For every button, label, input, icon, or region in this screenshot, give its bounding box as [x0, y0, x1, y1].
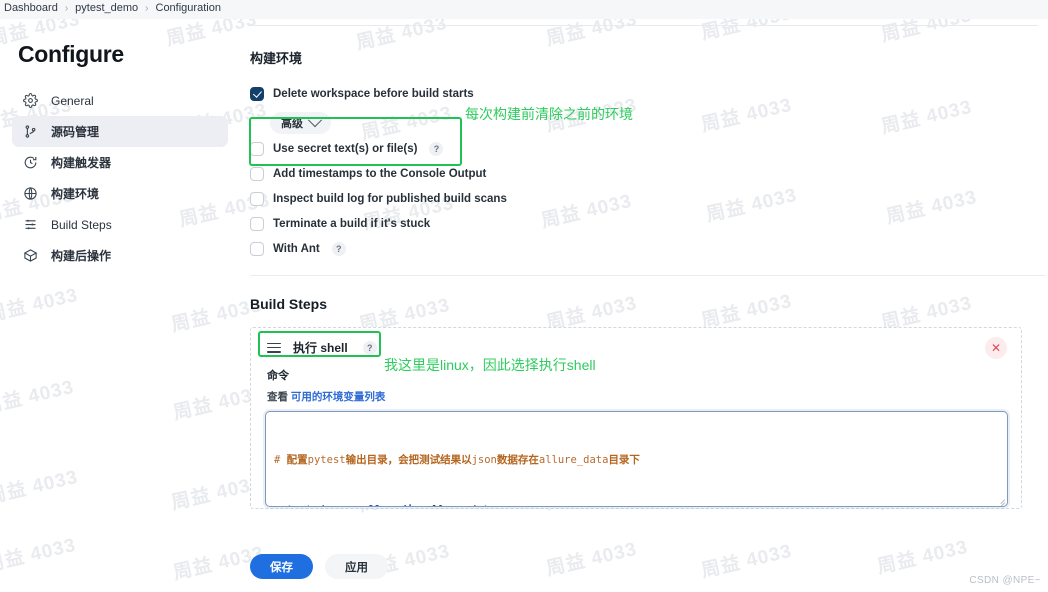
command-code[interactable]: # 配置pytest输出目录，会把测试结果以json数据存在allure_dat…	[274, 419, 1007, 507]
sidebar-item-label: 构建触发器	[51, 156, 112, 170]
watermark-text: 周益 4033	[875, 536, 971, 579]
watermark-text: 周益 4033	[0, 534, 79, 577]
code-line-2: pytest demo --alluredir=allure_data	[274, 502, 1007, 507]
sidebar-item-label: 构建后操作	[51, 249, 112, 263]
list-icon	[22, 217, 38, 233]
save-button[interactable]: 保存	[250, 554, 313, 579]
globe-icon	[22, 186, 38, 202]
checkbox-row-terminate-build[interactable]: Terminate a build if it's stuck	[248, 211, 1048, 236]
breadcrumb-item-project[interactable]: pytest_demo	[75, 2, 138, 14]
section-divider	[250, 275, 1046, 276]
advanced-dropdown[interactable]: 高级	[270, 112, 331, 134]
env-prefix-text: 查看	[267, 391, 288, 403]
checkbox-label[interactable]: With Ant	[273, 243, 320, 255]
checkbox-row-add-timestamps[interactable]: Add timestamps to the Console Output	[248, 161, 1048, 186]
resize-handle-icon[interactable]	[995, 495, 1006, 506]
watermark-text: 周益 4033	[0, 376, 77, 419]
checkbox-label[interactable]: Delete workspace before build starts	[273, 88, 474, 100]
build-step-panel: 执行 shell ? ✕ 命令 查看 可用的环境变量列表 # 配置pytest输…	[250, 327, 1022, 509]
sidebar-nav: General 源码管理 构建触发器 构建环境 Build Steps 构建后操…	[0, 85, 240, 271]
advanced-row: 高级	[248, 110, 1048, 136]
help-icon[interactable]: ?	[331, 241, 346, 256]
build-steps-title: Build Steps	[250, 296, 328, 312]
branch-icon	[22, 124, 38, 140]
env-variables-link[interactable]: 可用的环境变量列表	[291, 391, 386, 403]
checkbox-row-delete-workspace[interactable]: Delete workspace before build starts	[248, 81, 1048, 106]
checkbox-label[interactable]: Terminate a build if it's stuck	[273, 218, 430, 230]
command-editor[interactable]: # 配置pytest输出目录，会把测试结果以json数据存在allure_dat…	[265, 411, 1008, 507]
sidebar-item-general[interactable]: General	[12, 85, 228, 116]
sidebar-item-label: Build Steps	[51, 217, 112, 232]
help-icon[interactable]: ?	[362, 340, 377, 355]
page-title: Configure	[18, 41, 124, 67]
sidebar: Configure General 源码管理 构建触发器 构建环境 Build …	[0, 26, 240, 271]
form-actions: 保存 应用	[250, 554, 388, 579]
sidebar-item-label: General	[51, 93, 94, 108]
checkbox-delete-workspace[interactable]	[250, 86, 264, 101]
checkbox-use-secret[interactable]	[250, 141, 264, 156]
help-icon[interactable]: ?	[429, 141, 444, 156]
checkbox-row-with-ant[interactable]: With Ant ?	[248, 236, 1048, 261]
package-icon	[22, 248, 38, 264]
watermark-text: 周益 4033	[699, 540, 795, 583]
watermark-text: 周益 4033	[0, 284, 81, 327]
breadcrumb-item-dashboard[interactable]: Dashboard	[4, 2, 58, 14]
main-content: 构建环境 Delete workspace before build start…	[248, 26, 1048, 509]
drag-handle-icon[interactable]	[267, 342, 281, 353]
sidebar-item-build-triggers[interactable]: 构建触发器	[12, 147, 228, 178]
watermark-text: 周益 4033	[0, 466, 81, 509]
sidebar-item-label: 构建环境	[51, 187, 100, 201]
breadcrumb-separator-icon: ›	[64, 2, 69, 14]
csdn-watermark: CSDN @NPE~	[969, 575, 1041, 586]
build-step-header: 执行 shell ?	[251, 328, 1021, 356]
sidebar-item-build-steps[interactable]: Build Steps	[12, 209, 228, 240]
app-root: 周益 4033 周益 4033 周益 4033 周益 4033 周益 4033 周益 40…	[0, 0, 1048, 592]
checkbox-label[interactable]: Add timestamps to the Console Output	[273, 168, 486, 180]
breadcrumb: Dashboard › pytest_demo › Configuration	[4, 2, 221, 14]
clock-icon	[22, 155, 38, 171]
gear-icon	[22, 93, 38, 109]
advanced-label: 高级	[281, 118, 303, 130]
annotation-delete-workspace: 每次构建前清除之前的环境	[465, 106, 633, 122]
chevron-down-icon	[307, 113, 323, 128]
build-step-name: 执行 shell	[293, 341, 348, 355]
checkbox-inspect-build-log[interactable]	[250, 191, 264, 206]
code-line-1: # 配置pytest输出目录，会把测试结果以json数据存在allure_dat…	[274, 454, 640, 466]
build-environment-title: 构建环境	[250, 51, 303, 66]
breadcrumb-item-configuration[interactable]: Configuration	[156, 2, 221, 14]
sidebar-item-label: 源码管理	[51, 125, 100, 139]
checkbox-label[interactable]: Inspect build log for published build sc…	[273, 193, 507, 205]
sidebar-item-build-environment[interactable]: 构建环境	[12, 178, 228, 209]
checkbox-label[interactable]: Use secret text(s) or file(s)	[273, 143, 417, 155]
breadcrumb-separator-icon: ›	[145, 2, 149, 14]
env-variables-line: 查看 可用的环境变量列表	[267, 389, 1021, 404]
annotation-execute-shell: 我这里是linux，因此选择执行shell	[384, 357, 596, 373]
command-label: 命令	[267, 370, 289, 382]
sidebar-item-post-build-actions[interactable]: 构建后操作	[12, 240, 228, 271]
build-environment-options: Delete workspace before build starts 高级 …	[248, 81, 1048, 261]
checkbox-with-ant[interactable]	[250, 241, 264, 256]
watermark-text: 周益 4033	[544, 538, 640, 581]
checkbox-terminate-build[interactable]	[250, 216, 264, 231]
apply-button[interactable]: 应用	[325, 554, 388, 579]
sidebar-item-source-management[interactable]: 源码管理	[12, 116, 228, 147]
checkbox-add-timestamps[interactable]	[250, 166, 264, 181]
close-icon[interactable]: ✕	[985, 337, 1007, 359]
checkbox-row-use-secret[interactable]: Use secret text(s) or file(s) ?	[248, 136, 1048, 161]
checkbox-row-inspect-build-log[interactable]: Inspect build log for published build sc…	[248, 186, 1048, 211]
